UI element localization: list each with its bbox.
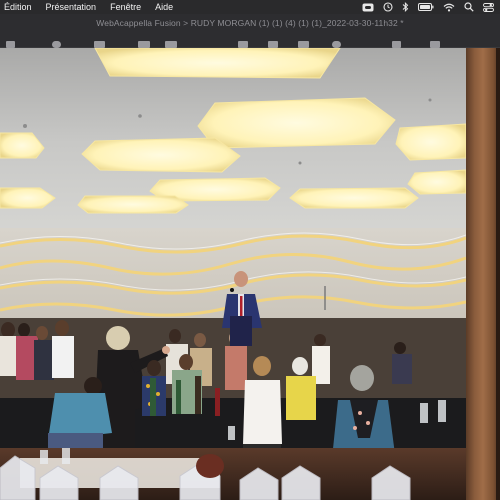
share-icon[interactable]	[430, 41, 440, 48]
wood-door-panel	[466, 48, 500, 500]
rotate-icon[interactable]	[52, 41, 61, 48]
export-icon[interactable]	[392, 41, 401, 48]
filter-icon[interactable]	[165, 41, 177, 48]
text-tool-icon[interactable]	[298, 41, 309, 48]
control-center-icon[interactable]	[483, 2, 494, 12]
new-document-icon[interactable]	[6, 41, 15, 48]
toolbar	[0, 40, 500, 48]
event-photo	[0, 48, 466, 500]
time-machine-icon[interactable]	[383, 2, 393, 12]
menu-fenetre[interactable]: Fenêtre	[110, 0, 141, 14]
bluetooth-icon[interactable]	[402, 2, 409, 12]
wifi-icon[interactable]	[443, 3, 455, 12]
battery-icon[interactable]	[418, 3, 434, 11]
menu-presentation[interactable]: Présentation	[46, 0, 97, 14]
layers-icon[interactable]	[238, 41, 248, 48]
window-titlebar: WebAcappella Fusion > RUDY MORGAN (1) (1…	[0, 14, 500, 48]
crop-icon[interactable]	[94, 41, 105, 48]
menu-bar: Édition Présentation Fenêtre Aide	[0, 0, 500, 14]
menu-aide[interactable]: Aide	[155, 0, 173, 14]
status-icons	[362, 0, 494, 14]
menu-edition[interactable]: Édition	[4, 0, 32, 14]
creative-cloud-icon[interactable]	[362, 3, 374, 12]
image-canvas[interactable]	[0, 48, 500, 500]
adjust-icon[interactable]	[138, 41, 150, 48]
brush-icon[interactable]	[268, 41, 278, 48]
window-title: WebAcappella Fusion > RUDY MORGAN (1) (1…	[96, 18, 404, 28]
zoom-icon[interactable]	[332, 41, 341, 48]
search-icon[interactable]	[464, 2, 474, 12]
